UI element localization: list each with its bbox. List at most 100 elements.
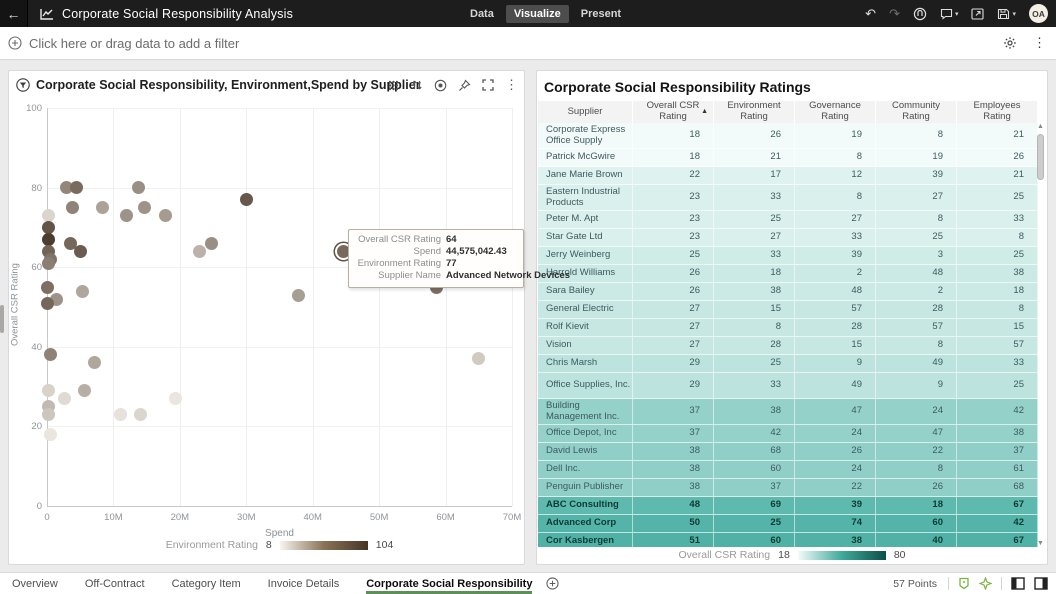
canvas-tab-corporate-social-responsibility[interactable]: Corporate Social Responsibility bbox=[366, 573, 532, 594]
rating-cell[interactable]: 23 bbox=[633, 185, 714, 210]
rating-cell[interactable]: 18 bbox=[633, 149, 714, 166]
rating-cell[interactable]: 9 bbox=[876, 373, 957, 398]
supplier-cell[interactable]: Dell Inc. bbox=[538, 461, 633, 478]
rating-cell[interactable]: 57 bbox=[876, 319, 957, 336]
rating-cell[interactable]: 25 bbox=[633, 247, 714, 264]
data-point[interactable] bbox=[240, 193, 253, 206]
data-point[interactable] bbox=[66, 201, 79, 214]
spark-icon[interactable] bbox=[979, 577, 992, 590]
rating-cell[interactable]: 23 bbox=[633, 229, 714, 246]
table-row[interactable]: Vision272815857 bbox=[538, 337, 1038, 355]
rating-cell[interactable]: 8 bbox=[957, 301, 1038, 318]
rating-cell[interactable]: 37 bbox=[633, 425, 714, 442]
rating-cell[interactable]: 12 bbox=[795, 167, 876, 184]
data-point[interactable] bbox=[44, 428, 57, 441]
auto-insights-icon[interactable] bbox=[913, 7, 927, 21]
rating-cell[interactable]: 33 bbox=[957, 355, 1038, 372]
sort-icon[interactable] bbox=[411, 79, 423, 91]
supplier-cell[interactable]: Building Management Inc. bbox=[538, 399, 633, 424]
maximize-icon[interactable] bbox=[482, 79, 494, 91]
table-row[interactable]: Office Depot, Inc3742244738 bbox=[538, 425, 1038, 443]
scroll-down-icon[interactable]: ▼ bbox=[1036, 540, 1045, 547]
rating-cell[interactable]: 25 bbox=[714, 355, 795, 372]
canvas-tab-invoice-details[interactable]: Invoice Details bbox=[268, 573, 340, 594]
rating-cell[interactable]: 38 bbox=[795, 533, 876, 547]
supplier-cell[interactable]: Patrick McGwire bbox=[538, 149, 633, 166]
rating-cell[interactable]: 67 bbox=[957, 533, 1038, 547]
rating-cell[interactable]: 2 bbox=[795, 265, 876, 282]
rating-cell[interactable]: 33 bbox=[714, 247, 795, 264]
table-row[interactable]: Chris Marsh292594933 bbox=[538, 355, 1038, 373]
table-legend-gradient[interactable] bbox=[798, 551, 886, 560]
canvas-tab-overview[interactable]: Overview bbox=[12, 573, 58, 594]
rating-cell[interactable]: 26 bbox=[714, 123, 795, 148]
canvas-tab-off-contract[interactable]: Off-Contract bbox=[85, 573, 145, 594]
rating-cell[interactable]: 38 bbox=[957, 265, 1038, 282]
rating-cell[interactable]: 27 bbox=[714, 229, 795, 246]
rating-cell[interactable]: 25 bbox=[957, 373, 1038, 398]
mode-tab-data[interactable]: Data bbox=[462, 5, 502, 23]
rating-cell[interactable]: 50 bbox=[633, 515, 714, 532]
data-point[interactable] bbox=[193, 245, 206, 258]
rating-cell[interactable]: 26 bbox=[795, 443, 876, 460]
rating-cell[interactable]: 49 bbox=[795, 373, 876, 398]
scrollbar-thumb[interactable] bbox=[1037, 134, 1044, 180]
mode-tab-visualize[interactable]: Visualize bbox=[506, 5, 569, 23]
data-point[interactable] bbox=[41, 297, 54, 310]
rating-cell[interactable]: 25 bbox=[957, 247, 1038, 264]
rating-cell[interactable]: 19 bbox=[876, 149, 957, 166]
right-panel-toggle-icon[interactable] bbox=[1034, 577, 1048, 590]
data-point[interactable] bbox=[58, 392, 71, 405]
supplier-cell[interactable]: Vision bbox=[538, 337, 633, 354]
scatter-legend-gradient[interactable] bbox=[280, 541, 368, 550]
rating-cell[interactable]: 67 bbox=[957, 497, 1038, 514]
column-header-environment-rating[interactable]: Environment Rating bbox=[714, 101, 795, 123]
rating-cell[interactable]: 40 bbox=[876, 533, 957, 547]
supplier-cell[interactable]: ABC Consulting bbox=[538, 497, 633, 514]
data-point[interactable] bbox=[42, 233, 55, 246]
rating-cell[interactable]: 69 bbox=[714, 497, 795, 514]
rating-cell[interactable]: 18 bbox=[714, 265, 795, 282]
rating-cell[interactable]: 27 bbox=[633, 337, 714, 354]
rating-cell[interactable]: 60 bbox=[876, 515, 957, 532]
rating-cell[interactable]: 25 bbox=[714, 515, 795, 532]
table-row[interactable]: General Electric271557288 bbox=[538, 301, 1038, 319]
supplier-cell[interactable]: Cor Kasbergen bbox=[538, 533, 633, 547]
rating-cell[interactable]: 38 bbox=[714, 399, 795, 424]
supplier-cell[interactable]: Eastern Industrial Products bbox=[538, 185, 633, 210]
table-scrollbar[interactable]: ▲ ▼ bbox=[1036, 123, 1045, 547]
open-window-icon[interactable] bbox=[971, 8, 984, 20]
mode-tab-present[interactable]: Present bbox=[573, 5, 629, 23]
rating-cell[interactable]: 22 bbox=[795, 479, 876, 496]
rating-cell[interactable]: 24 bbox=[795, 461, 876, 478]
data-point[interactable] bbox=[120, 209, 133, 222]
supplier-cell[interactable]: Office Supplies, Inc. bbox=[538, 373, 633, 398]
column-header-employees-rating[interactable]: Employees Rating bbox=[957, 101, 1038, 123]
table-row[interactable]: Jerry Weinberg253339325 bbox=[538, 247, 1038, 265]
data-point[interactable] bbox=[472, 352, 485, 365]
rating-cell[interactable]: 8 bbox=[957, 229, 1038, 246]
color-grid-icon[interactable] bbox=[387, 79, 400, 92]
supplier-cell[interactable]: Peter M. Apt bbox=[538, 211, 633, 228]
table-row[interactable]: Dell Inc.386024861 bbox=[538, 461, 1038, 479]
table-row[interactable]: Office Supplies, Inc.293349925 bbox=[538, 373, 1038, 399]
table-row[interactable]: Star Gate Ltd232733258 bbox=[538, 229, 1038, 247]
rating-cell[interactable]: 29 bbox=[633, 355, 714, 372]
scroll-up-icon[interactable]: ▲ bbox=[1036, 123, 1045, 130]
rating-cell[interactable]: 38 bbox=[633, 443, 714, 460]
rating-cell[interactable]: 15 bbox=[714, 301, 795, 318]
rating-cell[interactable]: 26 bbox=[876, 479, 957, 496]
rating-cell[interactable]: 37 bbox=[714, 479, 795, 496]
data-point[interactable] bbox=[88, 356, 101, 369]
kebab-menu-icon[interactable]: ⋮ bbox=[1033, 35, 1046, 51]
comments-icon[interactable]: ▾ bbox=[940, 8, 959, 20]
supplier-cell[interactable]: Star Gate Ltd bbox=[538, 229, 633, 246]
rating-cell[interactable]: 24 bbox=[795, 425, 876, 442]
rating-cell[interactable]: 47 bbox=[795, 399, 876, 424]
rating-cell[interactable]: 8 bbox=[714, 319, 795, 336]
rating-cell[interactable]: 27 bbox=[795, 211, 876, 228]
rating-cell[interactable]: 49 bbox=[876, 355, 957, 372]
supplier-cell[interactable]: Corporate Express Office Supply bbox=[538, 123, 633, 148]
rating-cell[interactable]: 18 bbox=[876, 497, 957, 514]
rating-cell[interactable]: 48 bbox=[876, 265, 957, 282]
